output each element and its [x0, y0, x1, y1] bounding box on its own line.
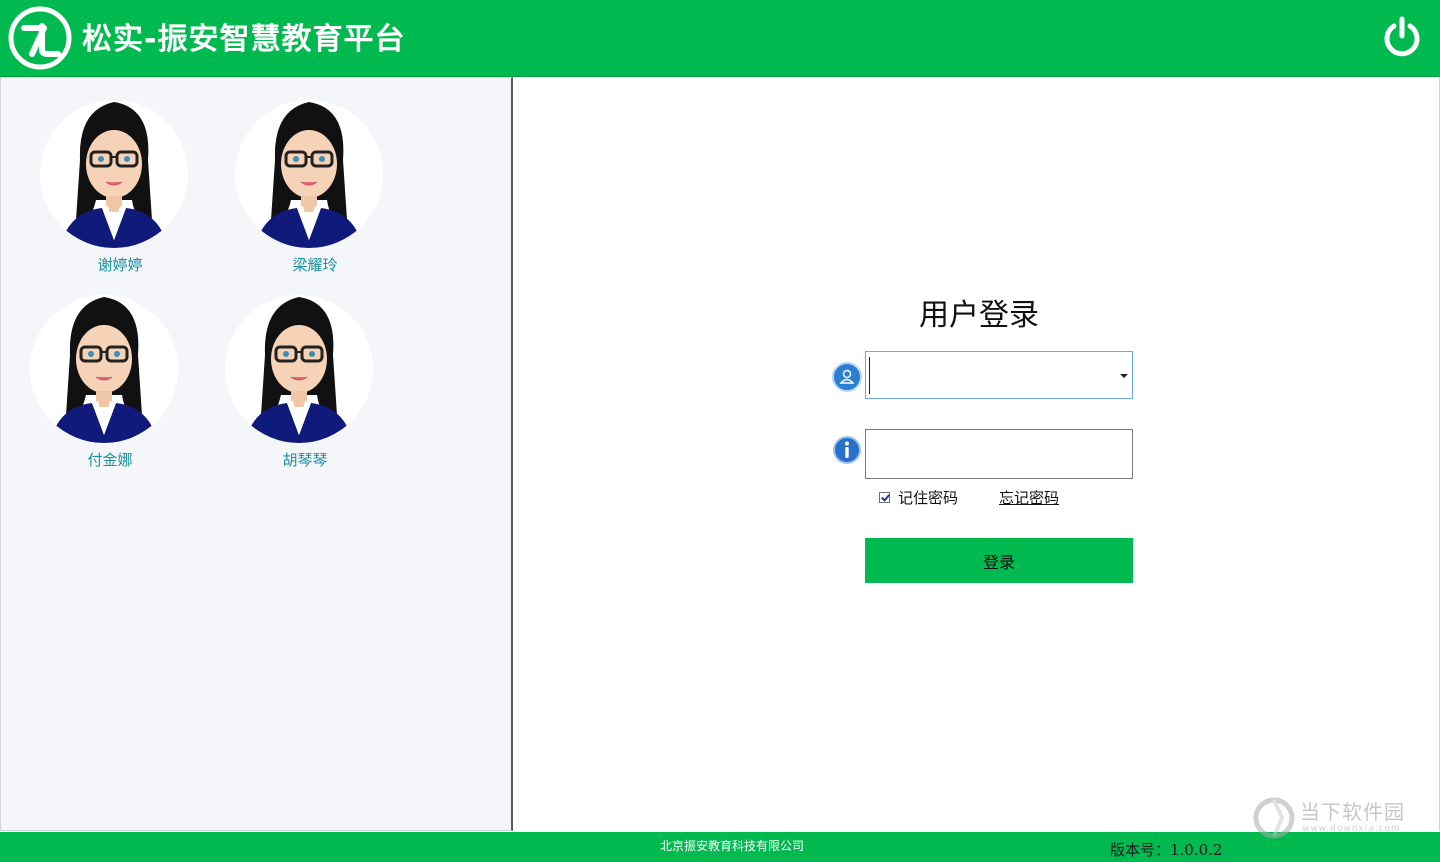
user-name: 谢婷婷	[97, 256, 143, 274]
user-card[interactable]: 付金娜	[30, 295, 180, 470]
female-teacher-avatar-icon	[30, 295, 178, 443]
female-teacher-avatar-icon	[235, 100, 383, 248]
username-input[interactable]	[866, 352, 1118, 396]
user-card[interactable]: 谢婷婷	[40, 100, 190, 275]
version-label: 版本号：1.0.0.2	[1110, 841, 1223, 859]
info-icon	[833, 436, 861, 464]
status-bar: 北京振安教育科技有限公司 版本号：1.0.0.2	[0, 832, 1440, 862]
checkbox-checked-icon[interactable]	[879, 491, 890, 503]
watermark-text: 当下软件园	[1300, 800, 1405, 824]
user-name: 梁耀玲	[292, 256, 338, 274]
forgot-password-link[interactable]: 忘记密码	[999, 487, 1059, 508]
watermark-logo-icon	[1253, 797, 1295, 839]
user-icon	[832, 362, 862, 392]
user-card[interactable]: 梁耀玲	[235, 100, 385, 275]
dropdown-arrow-icon[interactable]	[1120, 374, 1128, 378]
female-teacher-avatar-icon	[40, 100, 188, 248]
power-icon[interactable]	[1380, 16, 1424, 60]
text-caret	[869, 357, 870, 394]
female-teacher-avatar-icon	[225, 295, 373, 443]
app-title: 松实-振安智慧教育平台	[82, 22, 406, 57]
watermark-url: www.downxia.com	[1302, 824, 1401, 834]
remember-password-checkbox[interactable]: 记住密码	[879, 487, 958, 507]
user-card[interactable]: 胡琴琴	[225, 295, 375, 470]
login-button[interactable]: 登录	[865, 538, 1133, 583]
company-name: 北京振安教育科技有限公司	[660, 839, 805, 853]
app-header: 松实-振安智慧教育平台	[0, 0, 1440, 77]
password-field[interactable]	[865, 429, 1134, 479]
logo-icon	[8, 6, 72, 70]
user-name: 胡琴琴	[282, 451, 328, 469]
watermark: 当下软件园 www.downxia.com	[1252, 794, 1422, 840]
username-combobox[interactable]	[865, 351, 1133, 399]
login-title: 用户登录	[919, 298, 1039, 333]
remember-password-label: 记住密码	[898, 488, 959, 507]
user-name: 付金娜	[87, 451, 133, 469]
password-input[interactable]	[866, 430, 1134, 476]
user-list-panel: 谢婷婷 梁耀玲 付金娜 胡琴琴	[0, 77, 513, 831]
